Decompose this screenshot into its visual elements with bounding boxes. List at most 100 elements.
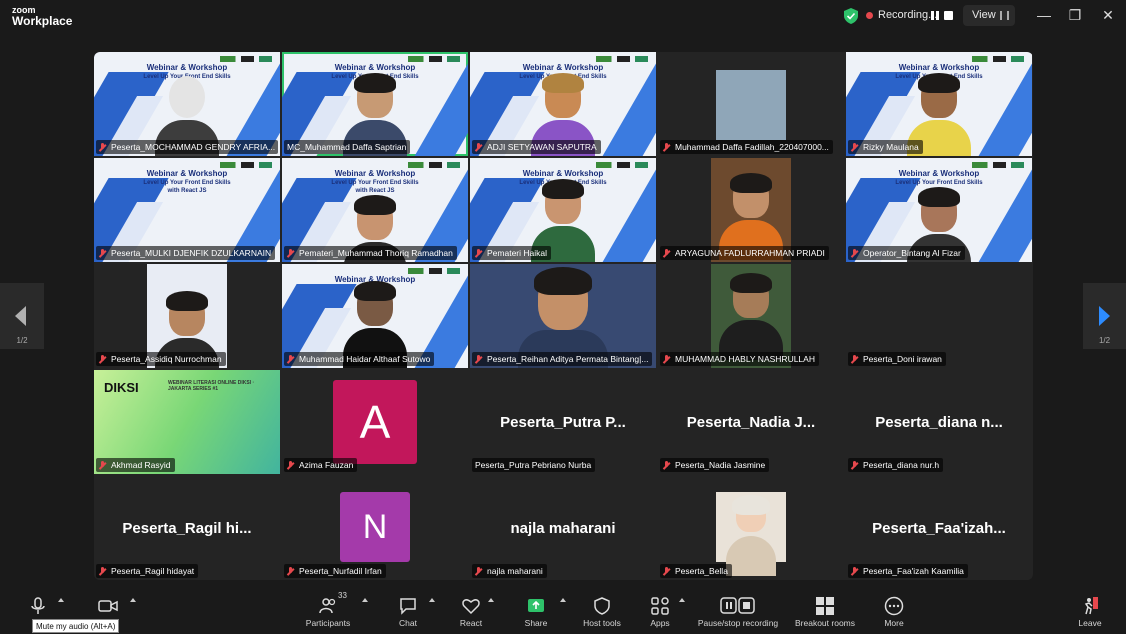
microphone-icon bbox=[31, 597, 45, 614]
video-tile-active-speaker[interactable]: Webinar & Workshop Level Up Your Front E… bbox=[282, 52, 468, 156]
video-tile[interactable]: DIKSI WEBINAR LITERASI ONLINE DIKSI · JA… bbox=[94, 370, 280, 474]
stop-recording-button[interactable] bbox=[944, 11, 953, 20]
chat-caret-icon[interactable] bbox=[429, 598, 435, 602]
webinar-subtitle2: with React JS bbox=[355, 188, 395, 194]
page-indicator-right: 1/2 bbox=[1098, 336, 1111, 345]
webinar-title: Webinar & Workshop bbox=[334, 63, 416, 72]
audio-options-caret-icon[interactable] bbox=[58, 598, 64, 602]
participant-name: Muhammad Daffa Fadillah_220407000... bbox=[660, 140, 833, 154]
muted-mic-icon bbox=[663, 248, 670, 258]
next-page-button[interactable]: 1/2 bbox=[1083, 283, 1126, 349]
muted-mic-icon bbox=[663, 460, 670, 470]
video-tile[interactable]: Muhammad Daffa Fadillah_220407000... bbox=[658, 52, 844, 156]
video-tile[interactable]: Peserta_Faa'izah... Peserta_Faa'izah Kaa… bbox=[846, 476, 1032, 580]
participant-name: Peserta_Nadia Jasmine bbox=[660, 458, 770, 472]
muted-mic-icon bbox=[475, 142, 482, 152]
muted-mic-icon bbox=[99, 566, 106, 576]
video-tile[interactable]: MUHAMMAD HABLY NASHRULLAH bbox=[658, 264, 844, 368]
view-label: View bbox=[972, 9, 996, 21]
close-button[interactable]: ✕ bbox=[1091, 4, 1125, 26]
participants-button[interactable]: 33 Participants bbox=[300, 588, 356, 633]
video-tile[interactable]: Peserta_Putra P... Peserta_Putra Pebrian… bbox=[470, 370, 656, 474]
muted-mic-icon bbox=[287, 460, 294, 470]
webinar-title: Webinar & Workshop bbox=[898, 63, 980, 72]
video-tile[interactable]: Peserta_Nadia J... Peserta_Nadia Jasmine bbox=[658, 370, 844, 474]
diksi-logo: DIKSI bbox=[104, 380, 139, 395]
pause-recording-button[interactable] bbox=[928, 8, 942, 23]
participant-name: Muhammad Haidar Althaaf Sutowo bbox=[284, 352, 435, 366]
shield-icon bbox=[594, 597, 610, 615]
muted-mic-icon bbox=[851, 142, 858, 152]
diksi-text: WEBINAR LITERASI ONLINE DIKSI · JAKARTA … bbox=[168, 380, 255, 392]
video-tile[interactable]: najla maharani najla maharani bbox=[470, 476, 656, 580]
participant-name: najla maharani bbox=[472, 564, 547, 578]
chat-label: Chat bbox=[399, 618, 417, 628]
participants-caret-icon[interactable] bbox=[362, 598, 368, 602]
more-button[interactable]: More bbox=[876, 588, 912, 633]
participant-name: Peserta_Bella bbox=[660, 564, 732, 578]
share-caret-icon[interactable] bbox=[560, 598, 566, 602]
pause-stop-recording-button[interactable]: Pause/stop recording bbox=[694, 588, 782, 633]
video-tile[interactable]: Webinar & Workshop Level Up Your Front E… bbox=[470, 158, 656, 262]
participant-name: Peserta_Faa'izah Kaamilia bbox=[848, 564, 968, 578]
video-tile[interactable]: ARYAGUNA FADLURRAHMAN PRIADI bbox=[658, 158, 844, 262]
participant-display-name: najla maharani bbox=[510, 520, 616, 537]
video-tile[interactable]: N Peserta_Nurfadil Irfan bbox=[282, 476, 468, 580]
profile-photo bbox=[716, 70, 786, 140]
apps-button[interactable]: Apps bbox=[642, 588, 678, 633]
shield-icon[interactable] bbox=[844, 8, 858, 24]
video-tile[interactable]: Webinar & Workshop Level Up Your Front E… bbox=[470, 52, 656, 156]
share-screen-icon bbox=[528, 599, 544, 612]
muted-mic-icon bbox=[99, 354, 106, 364]
participant-name: Peserta_Nurfadil Irfan bbox=[284, 564, 386, 578]
muted-mic-icon bbox=[475, 248, 482, 258]
meeting-toolbar: A 33 Participants Chat React Share Host … bbox=[0, 588, 1126, 633]
video-tile[interactable]: Webinar & Workshop Level Up Your Front E… bbox=[282, 158, 468, 262]
participant-name: Peserta_Putra Pebriano Nurba bbox=[472, 458, 596, 472]
minimize-button[interactable]: — bbox=[1027, 4, 1061, 26]
gallery-view: Webinar & Workshop Level Up Your Front E… bbox=[94, 52, 1033, 580]
video-tile[interactable]: Webinar & Workshop Level Up Your Front E… bbox=[846, 52, 1032, 156]
video-tile[interactable]: Webinar & Workshop Muhammad Haidar Altha… bbox=[282, 264, 468, 368]
participant-name: Rizky Maulana bbox=[848, 140, 923, 154]
webinar-subtitle: Level Up Your Front End Skills bbox=[331, 180, 419, 186]
video-tile[interactable]: Peserta_Bella bbox=[658, 476, 844, 580]
video-tile[interactable]: Webinar & Workshop Level Up Your Front E… bbox=[846, 158, 1032, 262]
video-options-caret-icon[interactable] bbox=[130, 598, 136, 602]
breakout-rooms-button[interactable]: Breakout rooms bbox=[792, 588, 858, 633]
webinar-title: Webinar & Workshop bbox=[898, 169, 980, 178]
video-tile[interactable]: Webinar & Workshop Level Up Your Front E… bbox=[94, 158, 280, 262]
react-button[interactable]: React bbox=[452, 588, 490, 633]
avatar: A bbox=[333, 380, 417, 464]
zoom-logo: zoom Workplace bbox=[12, 5, 72, 27]
video-tile[interactable]: Peserta_Reihan Aditya Permata Bintang|..… bbox=[470, 264, 656, 368]
video-tile[interactable]: Webinar & Workshop Level Up Your Front E… bbox=[94, 52, 280, 156]
video-tile[interactable]: A Azima Fauzan bbox=[282, 370, 468, 474]
participant-name: Peserta_Doni irawan bbox=[848, 352, 946, 366]
page-indicator-left: 1/2 bbox=[16, 336, 28, 345]
video-tile[interactable]: Peserta_Doni irawan bbox=[846, 264, 1032, 368]
chat-button[interactable]: Chat bbox=[390, 588, 426, 633]
webinar-subtitle2: with React JS bbox=[167, 188, 207, 194]
share-button[interactable]: Share bbox=[518, 588, 554, 633]
webinar-subtitle: Level Up Your Front End Skills bbox=[143, 180, 231, 186]
chevron-left-icon bbox=[15, 306, 26, 326]
video-tile[interactable]: Peserta_Ragil hi... Peserta_Ragil hidaya… bbox=[94, 476, 280, 580]
share-label: Share bbox=[524, 618, 548, 628]
muted-mic-icon bbox=[851, 566, 858, 576]
participant-name: Pemateri_Muhammad Thoriq Ramadhan bbox=[284, 246, 457, 260]
react-caret-icon[interactable] bbox=[488, 598, 494, 602]
muted-mic-icon bbox=[287, 248, 294, 258]
pause-stop-icon bbox=[720, 597, 755, 614]
previous-page-button[interactable]: 1/2 bbox=[0, 283, 44, 349]
video-tile[interactable]: Peserta_diana n... Peserta_diana nur.h bbox=[846, 370, 1032, 474]
participant-name: Peserta_MOCHAMMAD GENDRY AFRIA... bbox=[96, 140, 278, 154]
recording-label: Pause/stop recording bbox=[697, 618, 779, 628]
video-tile[interactable]: Peserta_Assidiq Nurrochman bbox=[94, 264, 280, 368]
view-button[interactable]: View bbox=[963, 5, 1015, 26]
host-tools-button[interactable]: Host tools bbox=[578, 588, 626, 633]
apps-caret-icon[interactable] bbox=[679, 598, 685, 602]
restore-button[interactable]: ❐ bbox=[1058, 4, 1092, 26]
participant-display-name: Peserta_Ragil hi... bbox=[122, 520, 252, 537]
leave-button[interactable]: Leave bbox=[1072, 588, 1108, 633]
